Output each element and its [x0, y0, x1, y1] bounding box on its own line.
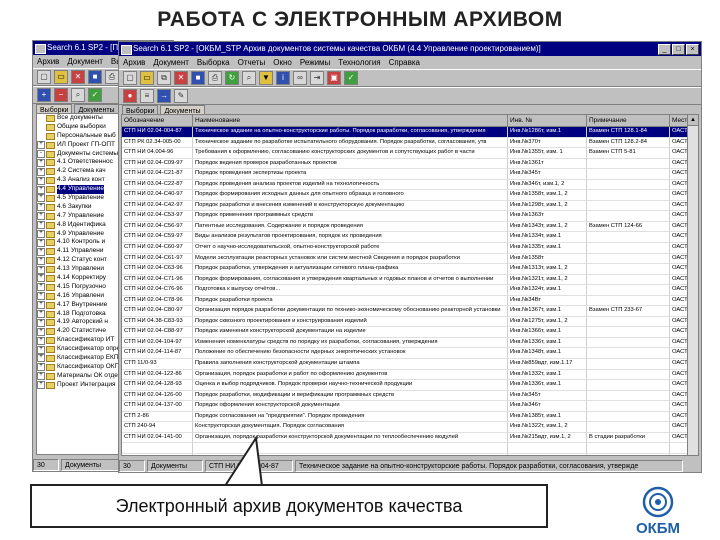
callout-pointer — [223, 435, 264, 487]
callout-text: Электронный архив документов качества — [115, 496, 463, 516]
logo-text: ОКБМ — [635, 520, 681, 537]
callout-box: Электронный архив документов качества — [30, 484, 548, 528]
